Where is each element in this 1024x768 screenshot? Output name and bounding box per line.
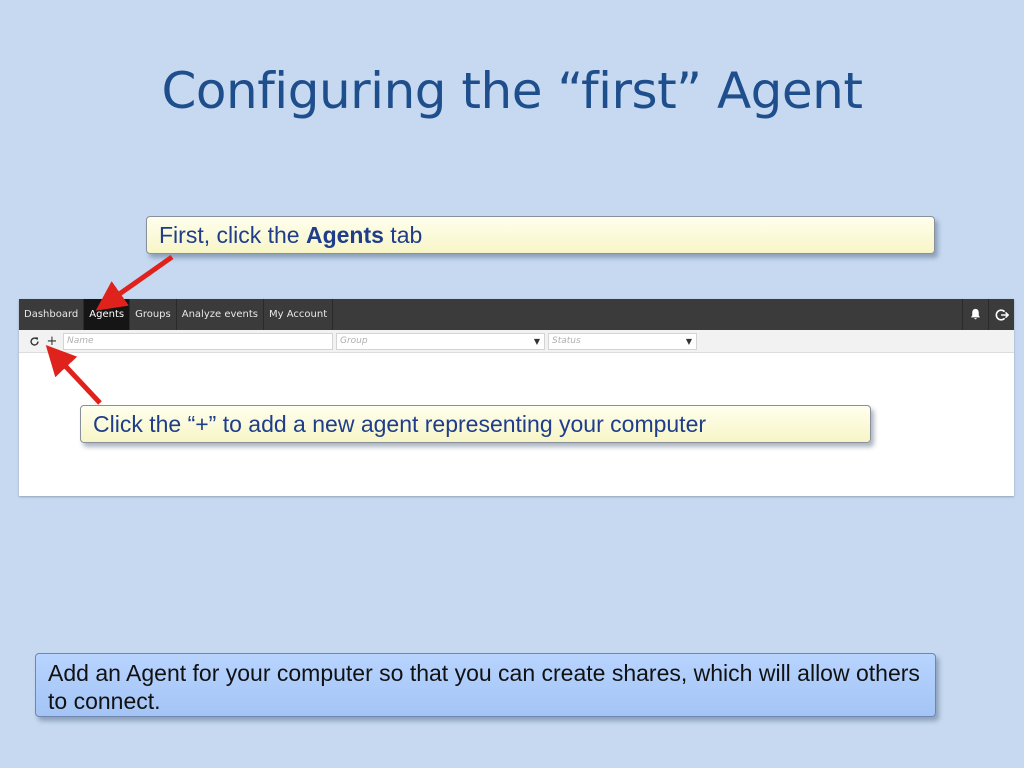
agents-toolbar: + Name Group ▼ Status ▼	[19, 330, 1014, 353]
group-filter-select[interactable]: Group ▼	[336, 332, 545, 350]
slide-title: Configuring the “first” Agent	[161, 62, 863, 120]
navbar-spacer	[333, 299, 962, 330]
callout-first-suffix: tab	[383, 222, 423, 248]
name-placeholder: Name	[67, 336, 94, 346]
callout-first-prefix: First, click the	[159, 222, 306, 248]
agents-tab-callout: First, click the Agents tab	[146, 216, 935, 254]
chevron-down-icon: ▼	[685, 336, 692, 346]
chevron-down-icon: ▼	[533, 336, 540, 346]
app-window: Dashboard Agents Groups Analyze events M…	[19, 299, 1014, 496]
tab-dashboard[interactable]: Dashboard	[19, 299, 85, 330]
status-placeholder: Status	[552, 336, 581, 346]
arrow-to-agents-tab	[95, 254, 174, 311]
add-agent-callout: Click the “+” to add a new agent represe…	[80, 405, 871, 443]
refresh-icon[interactable]	[25, 332, 43, 350]
navbar: Dashboard Agents Groups Analyze events M…	[19, 299, 1014, 330]
tab-groups[interactable]: Groups	[130, 299, 177, 330]
tab-analyze-events[interactable]: Analyze events	[177, 299, 265, 330]
add-agent-button[interactable]: +	[43, 332, 61, 350]
note-callout: Add an Agent for your computer so that y…	[35, 653, 936, 717]
callout-first-bold: Agents	[305, 222, 384, 248]
tab-my-account[interactable]: My Account	[264, 299, 334, 330]
tab-agents[interactable]: Agents	[84, 299, 131, 330]
logout-icon[interactable]	[988, 299, 1014, 330]
bell-icon[interactable]	[962, 299, 988, 330]
name-filter-input[interactable]: Name	[63, 332, 333, 350]
status-filter-select[interactable]: Status ▼	[548, 332, 697, 350]
group-placeholder: Group	[340, 336, 368, 346]
